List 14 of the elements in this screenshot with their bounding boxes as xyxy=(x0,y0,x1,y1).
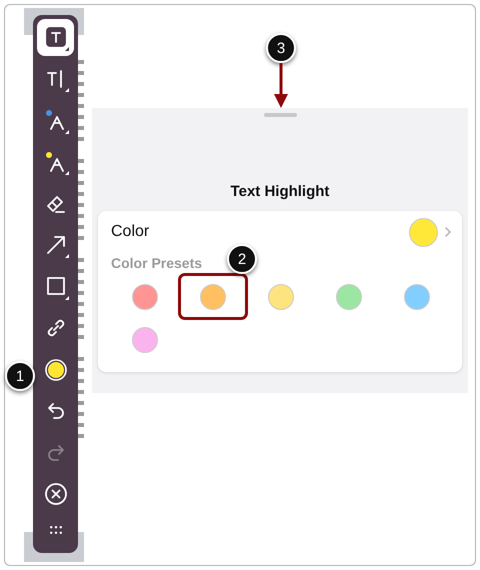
section-label: Color Presets xyxy=(111,255,202,271)
color-label: Color xyxy=(111,223,150,241)
down-arrow xyxy=(274,63,288,108)
close-icon xyxy=(44,482,68,506)
text-box-icon xyxy=(44,25,68,50)
grabber-handle[interactable] xyxy=(264,113,296,117)
panel-title: Text Highlight xyxy=(230,183,330,200)
step-marker: 1 xyxy=(5,361,35,391)
tool-button[interactable] xyxy=(37,19,74,56)
step-marker: 2 xyxy=(227,244,257,274)
chevron-icon xyxy=(444,226,452,238)
step-marker: 3 xyxy=(266,33,296,63)
grip-icon xyxy=(50,526,62,534)
color-preset[interactable] xyxy=(178,273,248,320)
